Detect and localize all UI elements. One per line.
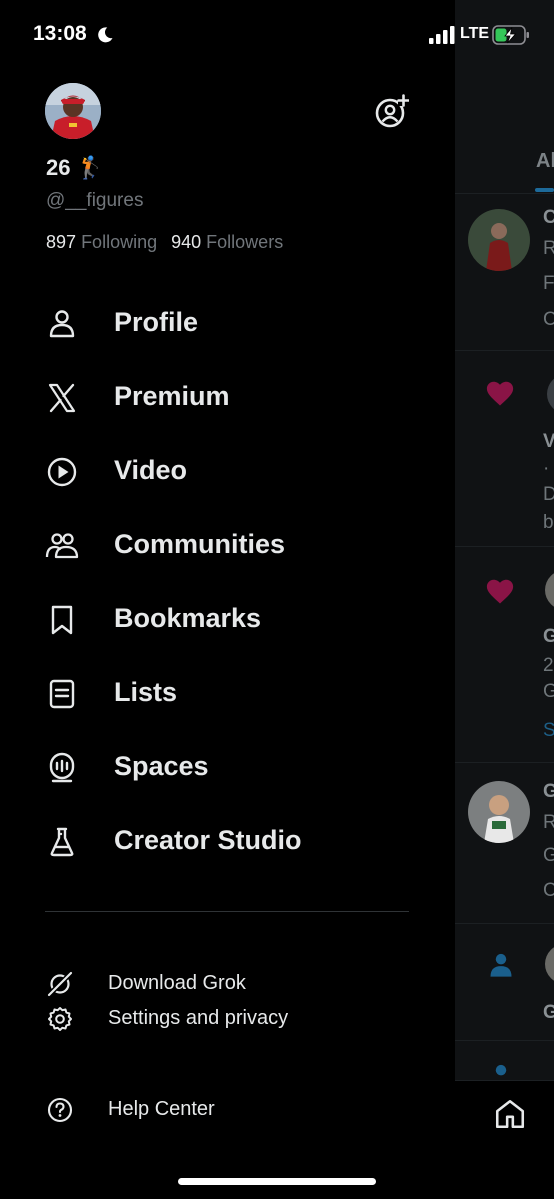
timeline-text: G bbox=[543, 845, 554, 866]
nav-item-premium[interactable]: Premium bbox=[0, 365, 455, 425]
nav-label: Creator Studio bbox=[114, 825, 302, 855]
menu-label: Help Center bbox=[108, 1098, 215, 1120]
signal-icon bbox=[429, 26, 455, 44]
menu-item-help-center[interactable]: Help Center bbox=[0, 1084, 455, 1134]
screen: Al C R F C V · D b G 2 G S G R G C G 13:… bbox=[0, 0, 554, 1199]
user-handle[interactable]: @__figures bbox=[46, 190, 143, 212]
display-name[interactable]: 26 🏌 bbox=[46, 155, 104, 181]
timeline-text: R bbox=[543, 812, 554, 833]
menu-label: Settings and privacy bbox=[108, 1007, 289, 1029]
person-icon bbox=[49, 310, 75, 338]
nav-item-spaces[interactable]: Spaces bbox=[0, 735, 455, 795]
nav-label: Premium bbox=[114, 381, 230, 411]
timeline-background[interactable]: Al C R F C V · D b G 2 G S G R G C G bbox=[455, 0, 554, 1199]
timeline-divider bbox=[455, 193, 554, 194]
gear-icon bbox=[48, 1007, 72, 1031]
following-count: 897 bbox=[46, 232, 77, 252]
list-icon bbox=[49, 679, 75, 709]
timeline-text: C bbox=[543, 309, 554, 330]
status-time: 13:08 bbox=[33, 22, 87, 45]
timeline-divider bbox=[455, 546, 554, 547]
nav-label: Communities bbox=[114, 529, 286, 559]
nav-label: Bookmarks bbox=[114, 603, 262, 633]
add-account-icon[interactable] bbox=[373, 94, 409, 130]
timeline-text: G bbox=[543, 1002, 554, 1023]
nav-label: Spaces bbox=[114, 751, 209, 781]
timeline-text: · bbox=[543, 458, 550, 479]
timeline-avatar[interactable] bbox=[468, 781, 530, 843]
heart-icon bbox=[486, 381, 514, 406]
followers-label: Followers bbox=[206, 232, 284, 252]
menu-item-settings[interactable]: Settings and privacy bbox=[0, 993, 455, 1043]
timeline-text: F bbox=[543, 273, 554, 294]
timeline-avatar[interactable] bbox=[545, 570, 554, 610]
followers-count: 940 bbox=[171, 232, 202, 252]
home-indicator[interactable] bbox=[178, 1178, 376, 1185]
battery-charging-icon bbox=[492, 25, 529, 45]
timeline-tab[interactable]: Al bbox=[536, 150, 554, 173]
nav-item-bookmarks[interactable]: Bookmarks bbox=[0, 587, 455, 647]
timeline-text: C bbox=[543, 207, 554, 228]
nav-label: Profile bbox=[114, 307, 199, 337]
following-link[interactable]: 897 Following bbox=[46, 232, 157, 253]
nav-item-lists[interactable]: Lists bbox=[0, 661, 455, 721]
person-icon bbox=[490, 953, 512, 977]
side-drawer: 13:08 LTE 26 🏌 @__figures 897 Following … bbox=[0, 0, 529, 1199]
flask-icon bbox=[50, 827, 74, 857]
divider bbox=[45, 911, 409, 912]
nav-label: Video bbox=[114, 455, 188, 485]
timeline-divider bbox=[455, 350, 554, 351]
bottom-tab-bar bbox=[455, 1080, 554, 1199]
x-logo-icon bbox=[48, 383, 76, 413]
timeline-avatar[interactable] bbox=[547, 374, 554, 414]
timeline-divider bbox=[455, 1040, 554, 1041]
tab-indicator bbox=[535, 188, 554, 192]
play-circle-icon bbox=[47, 457, 77, 487]
timeline-avatar[interactable] bbox=[545, 944, 554, 984]
timeline-text: R bbox=[543, 238, 554, 259]
network-type: LTE bbox=[460, 25, 490, 42]
timeline-text: V bbox=[543, 431, 554, 452]
timeline-text: D bbox=[543, 484, 554, 505]
bookmark-icon bbox=[51, 605, 73, 635]
timeline-text: 2 bbox=[543, 655, 554, 676]
timeline-text: C bbox=[543, 880, 554, 901]
timeline-text: G bbox=[543, 781, 554, 802]
timeline-avatar[interactable] bbox=[468, 209, 530, 271]
nav-label: Lists bbox=[114, 677, 178, 707]
timeline-text: G bbox=[543, 681, 554, 702]
timeline-divider bbox=[455, 923, 554, 924]
timeline-text: b bbox=[543, 512, 554, 533]
followers-link[interactable]: 940 Followers bbox=[171, 232, 283, 253]
communities-icon bbox=[45, 533, 79, 559]
spaces-mic-icon bbox=[49, 752, 75, 783]
help-icon bbox=[47, 1097, 73, 1123]
timeline-link[interactable]: S bbox=[543, 720, 554, 742]
follow-stats: 897 Following 940 Followers bbox=[46, 232, 283, 253]
nav-item-video[interactable]: Video bbox=[0, 439, 455, 499]
heart-icon bbox=[486, 579, 514, 604]
home-icon[interactable] bbox=[493, 1097, 527, 1131]
nav-item-profile[interactable]: Profile bbox=[0, 291, 455, 351]
moon-icon bbox=[98, 27, 113, 43]
avatar[interactable] bbox=[45, 83, 101, 139]
timeline-text: G bbox=[543, 626, 554, 647]
timeline-divider bbox=[455, 762, 554, 763]
menu-label: Download Grok bbox=[108, 972, 246, 994]
following-label: Following bbox=[81, 232, 158, 252]
nav-item-communities[interactable]: Communities bbox=[0, 513, 455, 573]
nav-item-creator-studio[interactable]: Creator Studio bbox=[0, 809, 455, 869]
